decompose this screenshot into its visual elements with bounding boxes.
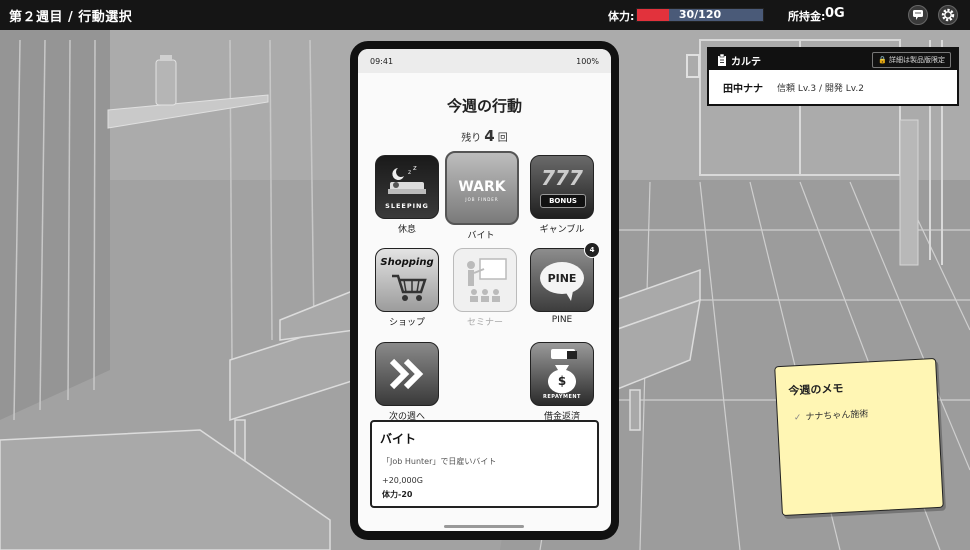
svg-text:z: z (413, 164, 417, 172)
svg-text:$: $ (558, 374, 566, 388)
chat-bubble-icon (909, 6, 927, 24)
sleeping-icon: z z SLEEPING (375, 155, 439, 219)
status-battery: 100% (576, 57, 599, 66)
wark-job-finder-icon: WARK JOB FINDER (445, 151, 519, 225)
seminar-icon (453, 248, 517, 312)
next-week-chevrons-icon (375, 342, 439, 406)
trust-level: 信頼 Lv.3 (777, 84, 816, 94)
app-label-rest: 休息 (375, 222, 439, 235)
lock-icon: 🔒 (878, 56, 887, 64)
wark-icon-subtext: JOB FINDER (447, 197, 517, 202)
money-value: 0G (825, 6, 845, 21)
detail-hp-cost: 体力-20 (382, 489, 412, 500)
pine-icon-text: PINE (531, 272, 593, 285)
bonus-icon-text: BONUS (540, 194, 586, 208)
karte-title: カルテ (731, 53, 761, 68)
app-part-time-job[interactable]: WARK JOB FINDER バイト (449, 151, 513, 241)
clipboard-icon (717, 54, 727, 66)
pine-chat-icon: PINE (530, 248, 594, 312)
status-time: 09:41 (370, 57, 393, 66)
weekly-memo-note: 今週のメモ ✓ナナちゃん施術 (774, 358, 944, 516)
hp-value: 30/120 (637, 9, 763, 21)
karte-panel: カルテ 🔒 詳細は製品版限定 田中ナナ 信頼 Lv.3 / 開発 Lv.2 (707, 47, 959, 106)
slot-bonus-icon: 777 BONUS (530, 155, 594, 219)
home-indicator (444, 525, 524, 528)
phone-status-bar: 09:41 100% (358, 49, 611, 73)
settings-button[interactable] (938, 5, 958, 25)
app-repayment[interactable]: $ REPAYMENT 借金返済 (530, 342, 594, 422)
detail-title: バイト (380, 430, 416, 447)
check-icon: ✓ (794, 413, 802, 423)
pine-notification-badge: 4 (584, 242, 600, 258)
sleeping-icon-text: SLEEPING (376, 202, 438, 210)
svg-text:z: z (408, 169, 411, 176)
app-label-shop: ショップ (375, 315, 439, 328)
app-label-pine: PINE (530, 315, 594, 325)
app-rest[interactable]: z z SLEEPING 休息 (375, 155, 439, 235)
app-label-part-time-job: バイト (449, 228, 513, 241)
gear-icon (939, 6, 957, 24)
repayment-icon-text: REPAYMENT (531, 394, 593, 400)
action-detail-panel: バイト 「Job Hunter」で日雇いバイト +20,000G 体力-20 (370, 420, 599, 508)
wark-icon-text: WARK (447, 179, 517, 195)
remaining-actions: 残り4回 (358, 127, 611, 145)
memo-item: ✓ナナちゃん施術 (794, 406, 869, 423)
app-shop[interactable]: Shopping ショップ (375, 248, 439, 328)
hp-label: 体力: (608, 8, 634, 24)
patient-name: 田中ナナ (723, 80, 763, 95)
chat-button[interactable] (908, 5, 928, 25)
detail-description: 「Job Hunter」で日雇いバイト (382, 456, 496, 467)
detail-money-gain: +20,000G (382, 476, 423, 485)
remaining-count: 4 (484, 127, 494, 145)
memo-title: 今週のメモ (788, 380, 844, 399)
shopping-icon-text: Shopping (376, 257, 438, 268)
karte-lock-text: 詳細は製品版限定 (889, 56, 945, 64)
slot-icon-text: 777 (531, 166, 593, 190)
app-label-seminar: セミナー (453, 315, 517, 328)
hp-bar: 30/120 (636, 8, 764, 22)
karte-locked-button[interactable]: 🔒 詳細は製品版限定 (872, 52, 951, 68)
phone-screen: 09:41 100% 今週の行動 残り4回 z z SLEEPING 休息 (358, 49, 611, 531)
top-bar: 第２週目 / 行動選択 体力: 30/120 所持金: 0G (0, 0, 970, 30)
repayment-money-bag-icon: $ REPAYMENT (530, 342, 594, 406)
app-seminar[interactable]: セミナー (453, 248, 517, 328)
smartphone: 09:41 100% 今週の行動 残り4回 z z SLEEPING 休息 (350, 41, 619, 540)
app-gamble[interactable]: 777 BONUS ギャンブル (530, 155, 594, 235)
money-label: 所持金: (788, 8, 825, 24)
app-label-gamble: ギャンブル (530, 222, 594, 235)
patient-levels: 信頼 Lv.3 / 開発 Lv.2 (777, 81, 864, 94)
karte-header: カルテ 🔒 詳細は製品版限定 (709, 49, 957, 70)
app-next-week[interactable]: 次の週へ (375, 342, 439, 422)
phone-title: 今週の行動 (358, 95, 611, 116)
app-pine[interactable]: PINE 4 PINE (530, 248, 594, 325)
dev-level: 開発 Lv.2 (825, 84, 864, 94)
shopping-cart-icon: Shopping (375, 248, 439, 312)
week-title: 第２週目 / 行動選択 (9, 6, 132, 25)
